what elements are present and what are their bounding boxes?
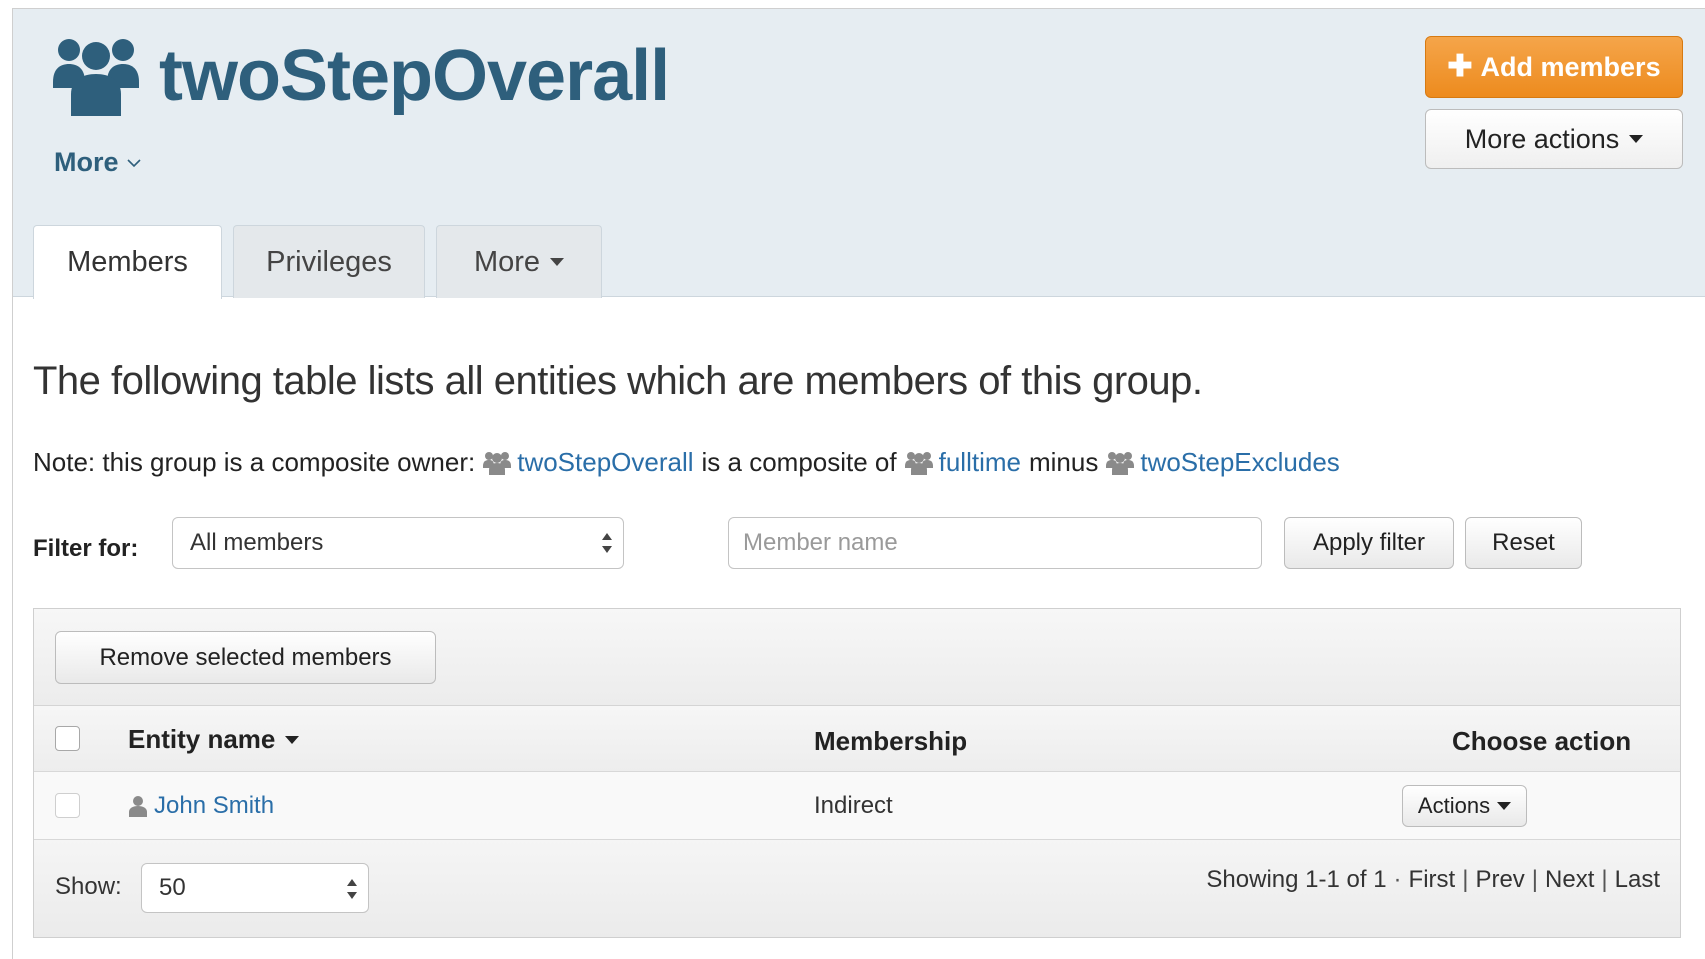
group-icon: [483, 451, 512, 475]
chevron-down-icon: [126, 158, 141, 167]
tab-members[interactable]: Members: [33, 225, 222, 299]
page-description: The following table lists all entities w…: [33, 359, 1203, 403]
apply-filter-button[interactable]: Apply filter: [1284, 517, 1454, 569]
show-label: Show:: [55, 873, 122, 900]
entity-name-cell: John Smith: [128, 792, 274, 820]
page-size-select[interactable]: 50: [141, 863, 369, 913]
row-actions-label: Actions: [1417, 793, 1491, 818]
filter-label: Filter for:: [33, 535, 139, 562]
select-arrows-icon: [347, 879, 357, 899]
entity-name-column-header[interactable]: Entity name: [128, 724, 300, 755]
more-actions-label: More actions: [1464, 123, 1620, 154]
right-factor-link[interactable]: twoStepExcludes: [1140, 447, 1339, 478]
reset-label: Reset: [1492, 529, 1555, 556]
prev-page-link[interactable]: Prev: [1475, 866, 1524, 894]
tab-members-label: Members: [67, 246, 188, 278]
entity-name-link[interactable]: John Smith: [154, 792, 274, 820]
table-footer: Show: 50 Showing 1-1 of 1 · First | Prev…: [34, 840, 1680, 937]
add-members-label: Add members: [1480, 51, 1661, 82]
choose-action-column-header: Choose action: [1452, 726, 1632, 756]
person-icon: [129, 796, 147, 817]
caret-down-icon: [1497, 802, 1512, 810]
membership-cell: Indirect: [814, 792, 893, 819]
member-type-value: All members: [190, 529, 324, 556]
more-actions-button[interactable]: More actions: [1425, 109, 1683, 169]
group-icon: [1106, 451, 1135, 475]
table-header-row: Entity name Membership Choose action: [34, 706, 1680, 772]
pagination-divider: |: [1462, 866, 1469, 893]
group-icon: [53, 39, 139, 116]
sort-caret-icon: [285, 735, 300, 744]
tab-privileges[interactable]: Privileges: [233, 225, 425, 298]
caret-down-icon: [1629, 135, 1644, 143]
entity-name-header-label: Entity name: [128, 724, 276, 754]
left-factor-link[interactable]: fulltime: [939, 447, 1021, 478]
remove-selected-label: Remove selected members: [99, 643, 392, 671]
reset-button[interactable]: Reset: [1465, 517, 1582, 569]
tab-bar: Members Privileges More: [33, 225, 613, 299]
group-header: twoStepOverall More ✚ Add members More a…: [13, 9, 1705, 299]
remove-selected-members-button[interactable]: Remove selected members: [55, 631, 436, 684]
select-all-checkbox[interactable]: [55, 726, 80, 751]
last-page-link[interactable]: Last: [1615, 866, 1660, 894]
caret-down-icon: [550, 258, 565, 266]
tab-more[interactable]: More: [436, 225, 602, 298]
note-middle: is a composite of: [701, 447, 897, 477]
page-frame: twoStepOverall More ✚ Add members More a…: [12, 8, 1705, 959]
pagination-divider: |: [1601, 866, 1608, 893]
note-prefix: Note: this group is a composite owner:: [33, 447, 476, 477]
title-block: twoStepOverall: [53, 35, 670, 117]
more-dropdown-label: More: [54, 147, 119, 177]
table-toolbar: Remove selected members: [34, 609, 1680, 706]
members-table-panel: Remove selected members Entity name Memb…: [33, 608, 1681, 938]
next-page-link[interactable]: Next: [1545, 866, 1594, 894]
member-name-placeholder: Member name: [743, 529, 898, 556]
page-size-value: 50: [159, 874, 186, 901]
pagination: Showing 1-1 of 1 · First | Prev | Next |…: [1206, 866, 1660, 894]
page-title: twoStepOverall: [159, 36, 670, 116]
group-icon: [904, 451, 933, 475]
member-type-select[interactable]: All members: [172, 517, 624, 569]
select-arrows-icon: [602, 533, 612, 553]
apply-filter-label: Apply filter: [1312, 529, 1426, 556]
membership-column-header: Membership: [814, 726, 968, 756]
more-dropdown[interactable]: More: [54, 147, 141, 178]
row-select-checkbox[interactable]: [55, 793, 80, 818]
plus-icon: ✚: [1447, 50, 1473, 83]
tab-privileges-label: Privileges: [266, 245, 392, 278]
showing-count: Showing 1-1 of 1: [1206, 866, 1387, 893]
composite-note: Note: this group is a composite owner: t…: [33, 447, 1340, 478]
member-name-input[interactable]: Member name: [728, 517, 1262, 569]
pagination-divider: |: [1531, 866, 1539, 893]
table-row: John Smith Indirect Actions: [34, 772, 1680, 840]
tab-more-label: More: [473, 245, 541, 278]
pagination-dot: ·: [1393, 866, 1402, 893]
note-operator: minus: [1028, 447, 1099, 477]
owner-group-link[interactable]: twoStepOverall: [517, 447, 693, 478]
add-members-button[interactable]: ✚ Add members: [1425, 36, 1683, 98]
row-actions-button[interactable]: Actions: [1402, 785, 1527, 827]
first-page-link[interactable]: First: [1409, 866, 1456, 894]
